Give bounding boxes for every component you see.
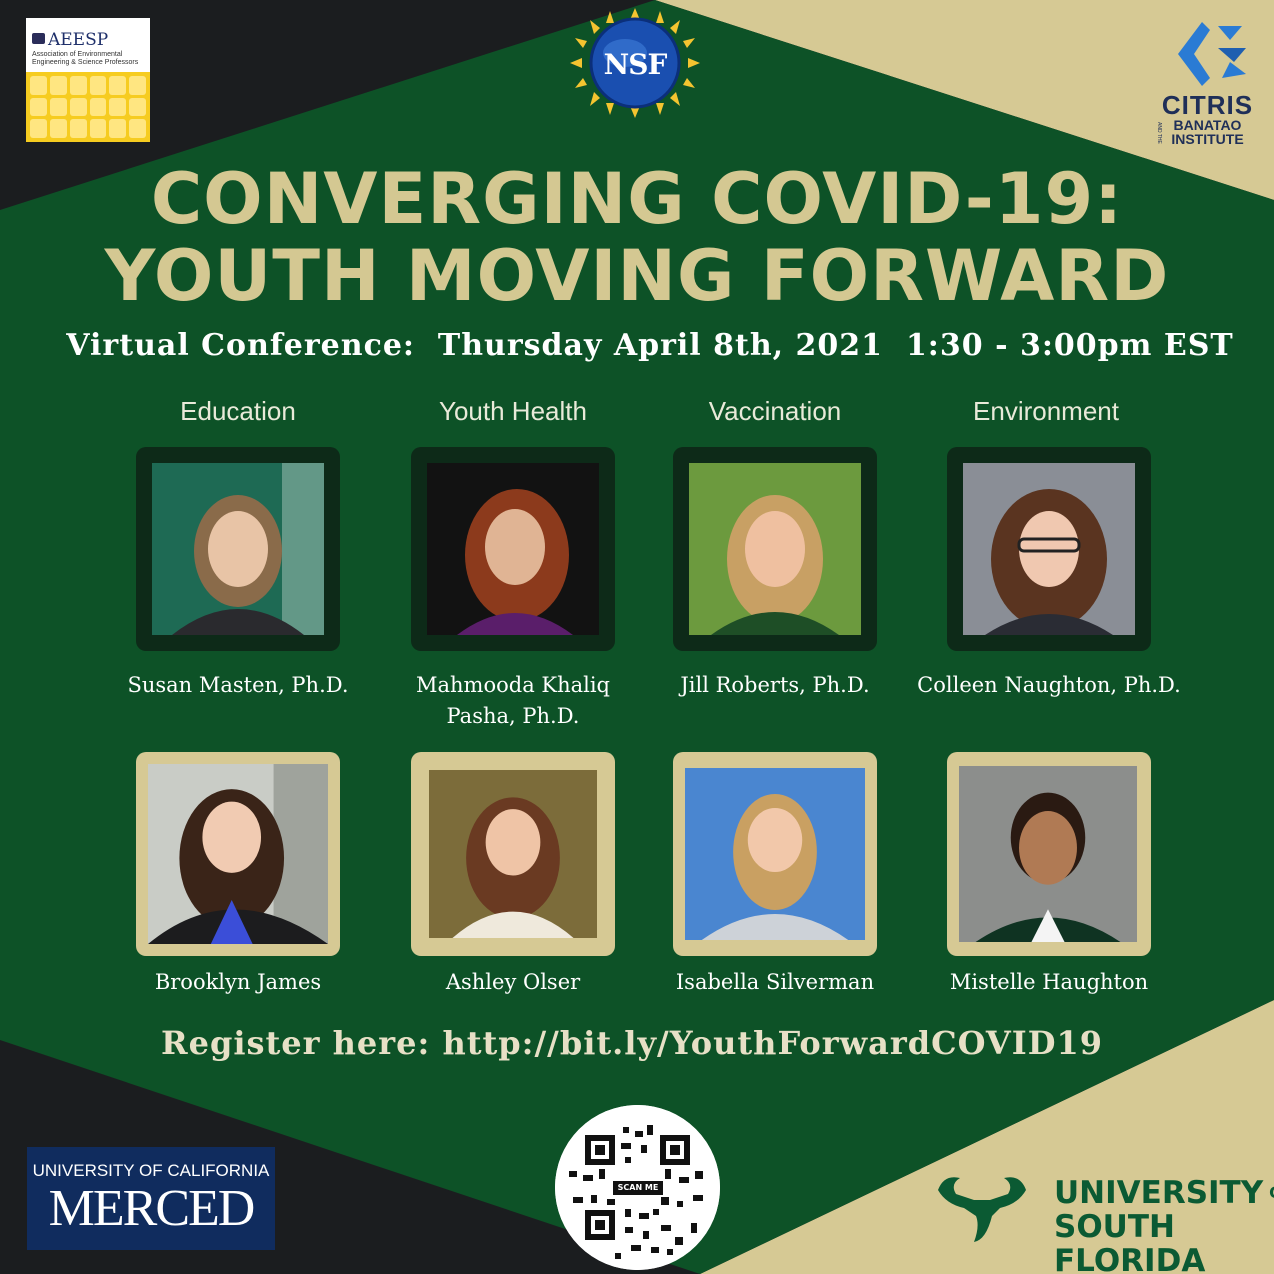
usf-line2: SOUTH FLORIDA [1054, 1209, 1206, 1274]
title-line-2: YOUTH MOVING FORWARD [104, 235, 1170, 317]
portrait-icon [152, 463, 324, 635]
topic-education: Education [180, 396, 296, 426]
uc-merced-line1: UNIVERSITY OF CALIFORNIA [32, 1161, 270, 1180]
speaker-photo-frame [947, 752, 1151, 956]
speaker-name: Colleen Naughton, Ph.D. [917, 673, 1181, 697]
event-subtitle: Virtual Conference: Thursday April 8th, … [66, 328, 1234, 363]
portrait-icon [689, 463, 861, 635]
citris-logo: CITRIS AND THE BANATAO INSTITUTE [1150, 92, 1265, 146]
citris-line2: BANATAO [1173, 117, 1242, 133]
citris-logo-icon [1178, 22, 1246, 86]
speaker-name: Brooklyn James [154, 970, 322, 994]
uc-merced-line2: MERCED [48, 1180, 256, 1237]
title-line-1: CONVERGING COVID-19: [150, 158, 1124, 240]
portrait-icon [429, 770, 597, 938]
speaker-photo-frame [673, 752, 877, 956]
speaker-photo-frame [411, 447, 615, 651]
speaker-name: Jill Roberts, Ph.D. [680, 673, 870, 697]
aeesp-logo: AEESP Association of Environmental Engin… [26, 18, 150, 142]
uc-merced-logo: UNIVERSITY OF CALIFORNIA MERCED [27, 1147, 275, 1250]
conference-poster: AEESP Association of Environmental Engin… [0, 0, 1274, 1274]
portrait-icon [685, 768, 865, 940]
portrait-icon [959, 766, 1137, 942]
qr-scan-me-label: SCAN ME [613, 1181, 663, 1195]
usf-bull-icon [938, 1177, 1026, 1242]
usf-line1: UNIVERSITY [1054, 1175, 1264, 1211]
aeesp-subtitle: Association of Environmental Engineering… [32, 51, 139, 66]
speaker-photo-frame [673, 447, 877, 651]
portrait-icon [148, 764, 328, 944]
portrait-icon [427, 463, 599, 635]
citris-name: CITRIS [1161, 90, 1254, 120]
speaker-photo-frame [411, 752, 615, 956]
speaker-photo-frame [136, 447, 340, 651]
citris-and-the: AND THE [1156, 122, 1162, 144]
topic-youth-health: Youth Health [439, 396, 587, 426]
speaker-photo-frame [947, 447, 1151, 651]
speaker-name: Mahmooda Khaliq Pasha, Ph.D. [416, 673, 610, 728]
topic-vaccination: Vaccination [708, 396, 842, 426]
register-link[interactable]: Register here: http://bit.ly/YouthForwar… [0, 1024, 1264, 1062]
speaker-photo-frame [136, 752, 340, 956]
aeesp-name: AEESP [48, 30, 109, 50]
aeesp-grid-icon [26, 72, 150, 142]
nsf-label: NSF [603, 48, 668, 81]
speaker-name: Isabella Silverman [675, 970, 875, 994]
speaker-name: Susan Masten, Ph.D. [127, 673, 349, 697]
speaker-name: Ashley Olser [445, 970, 581, 994]
usf-logo: UNIVERSITY OF SOUTH FLORIDA [1054, 1176, 1274, 1274]
citris-line3: INSTITUTE [1171, 131, 1244, 147]
usf-of: OF [1269, 1183, 1274, 1202]
topic-environment: Environment [973, 396, 1119, 426]
speaker-name: Mistelle Haughton [949, 970, 1149, 994]
portrait-icon [963, 463, 1135, 635]
